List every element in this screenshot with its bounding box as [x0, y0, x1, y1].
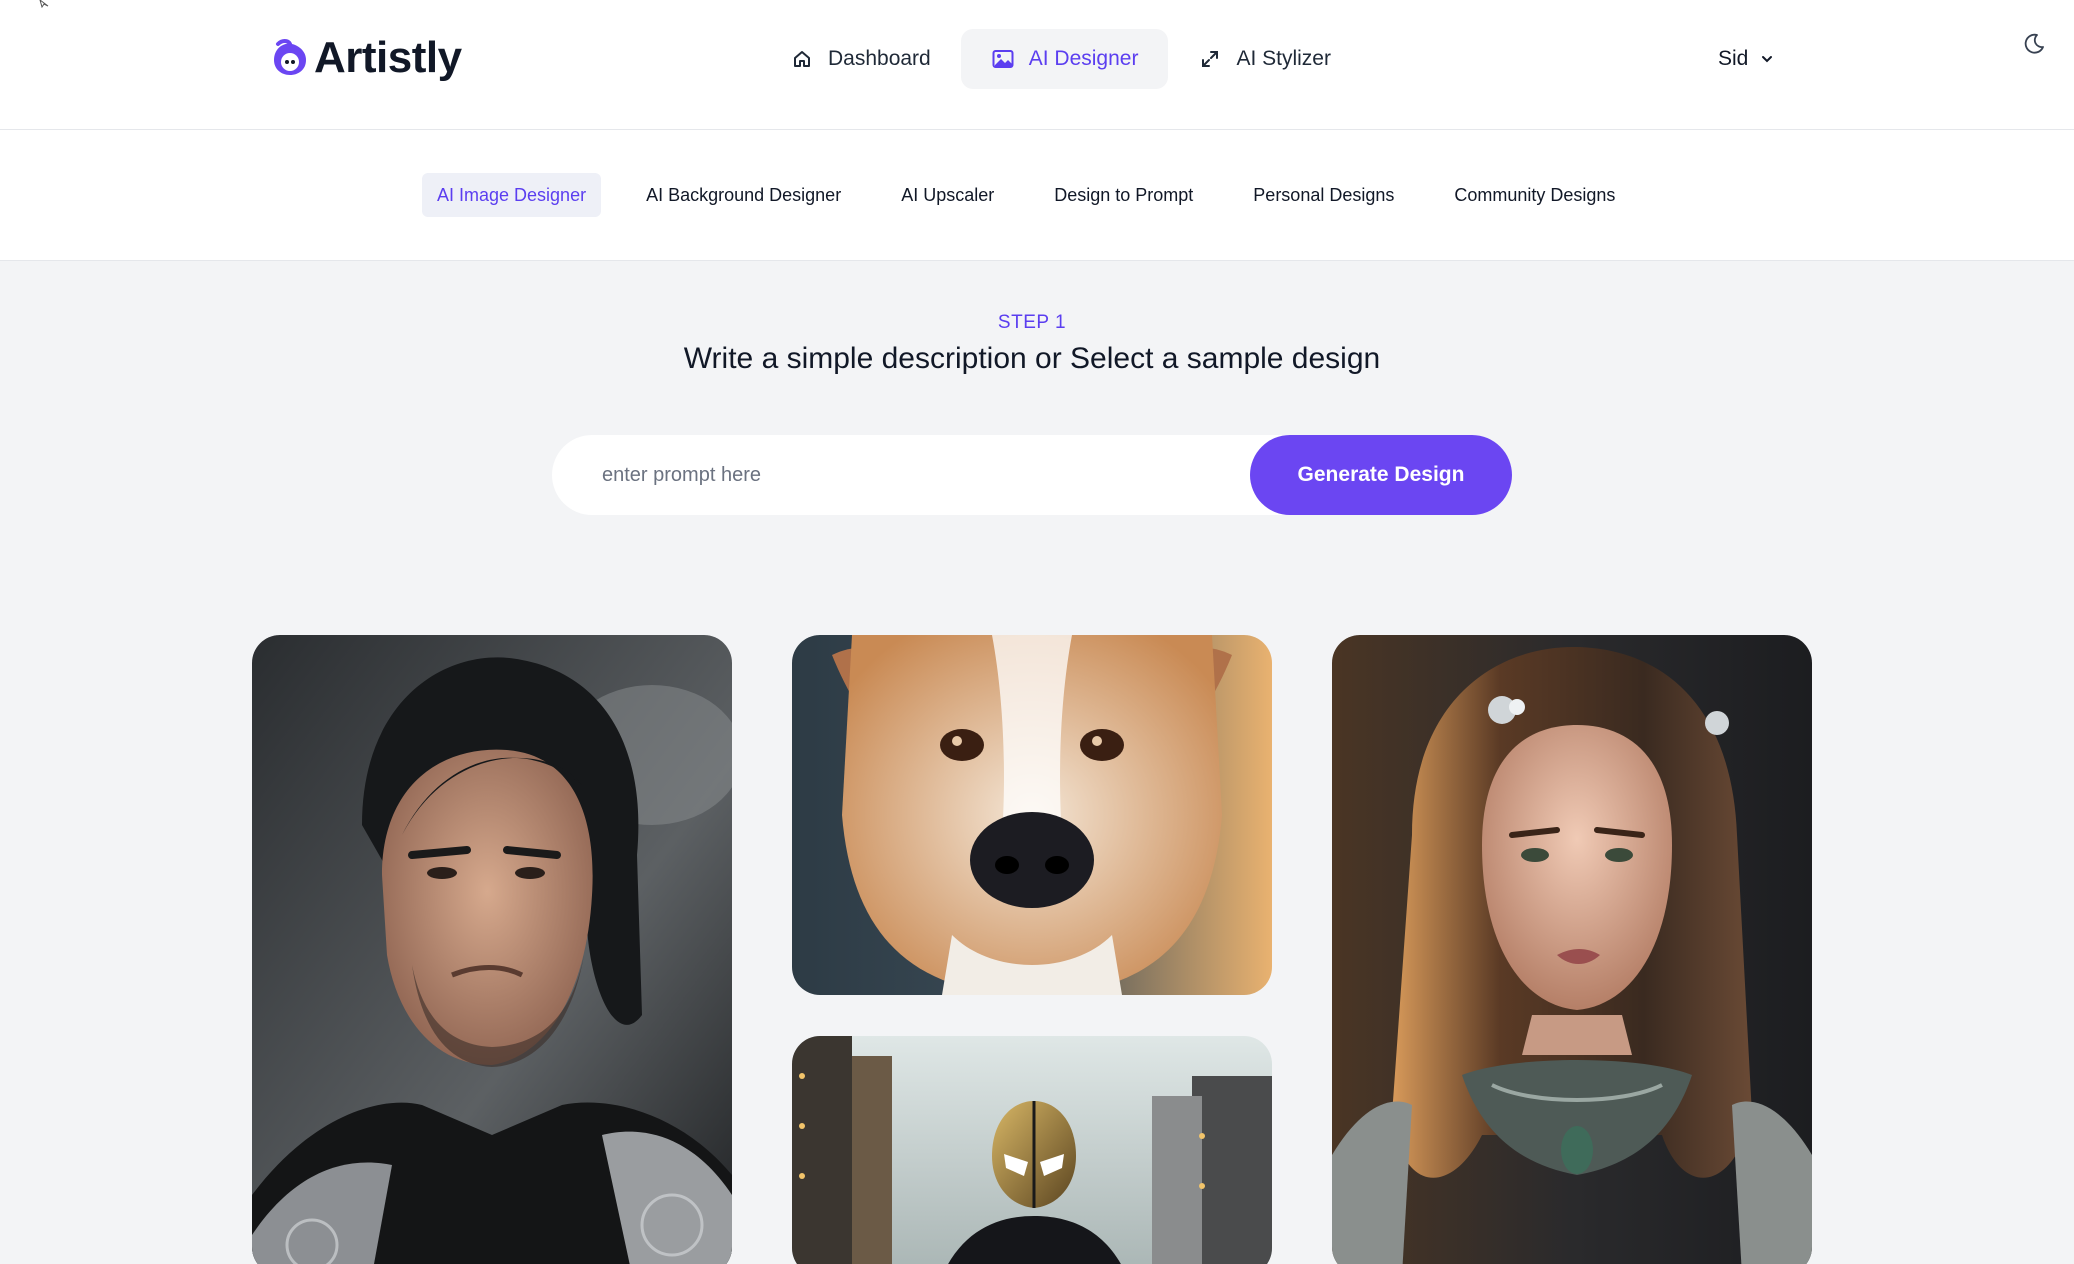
chevron-down-icon — [1762, 56, 1773, 63]
user-name: Sid — [1718, 47, 1749, 70]
man-portrait-image — [252, 635, 732, 1264]
tab-ai-background-designer[interactable]: AI Background Designer — [631, 173, 856, 217]
step-label: STEP 1 — [997, 312, 1067, 333]
page-title: Write a simple description or Select a s… — [683, 342, 1381, 375]
tab-personal-designs[interactable]: Personal Designs — [1238, 173, 1409, 217]
nav-dashboard-label: Dashboard — [828, 47, 931, 70]
sample-design-card[interactable] — [1332, 635, 1812, 1264]
expand-icon — [1198, 47, 1222, 71]
brand-name: Artistly — [314, 33, 462, 82]
nav-ai-designer[interactable]: AI Designer — [960, 29, 1169, 89]
dog-portrait-image — [792, 635, 1272, 995]
nav-dashboard[interactable]: Dashboard — [760, 29, 961, 89]
generate-design-button[interactable]: Generate Design — [1250, 435, 1512, 515]
nav-ai-stylizer[interactable]: AI Stylizer — [1168, 29, 1361, 89]
sample-design-card[interactable] — [792, 635, 1272, 995]
top-header: Artistly Dashboard AI Designer AI Styliz… — [0, 0, 2074, 130]
logo-mascot-icon — [274, 39, 306, 75]
home-icon — [790, 47, 814, 71]
tab-design-to-prompt[interactable]: Design to Prompt — [1039, 173, 1208, 217]
sub-nav: AI Image Designer AI Background Designer… — [422, 173, 1660, 217]
main-nav: Dashboard AI Designer AI Stylizer — [760, 29, 1361, 89]
brand-logo[interactable]: Artistly — [270, 32, 462, 84]
sample-design-card[interactable] — [252, 635, 732, 1264]
prompt-input[interactable] — [602, 435, 1262, 515]
image-icon — [991, 47, 1015, 71]
moon-icon[interactable] — [2022, 32, 2046, 56]
user-menu[interactable]: Sid — [1718, 44, 1774, 74]
nav-ai-designer-label: AI Designer — [1028, 47, 1139, 70]
masked-hero-image — [792, 1036, 1272, 1264]
mouse-cursor-icon — [39, 0, 49, 8]
sample-design-card[interactable] — [792, 1036, 1272, 1264]
tab-community-designs[interactable]: Community Designs — [1439, 173, 1630, 217]
woman-portrait-image — [1332, 635, 1812, 1264]
tab-ai-upscaler[interactable]: AI Upscaler — [886, 173, 1009, 217]
nav-ai-stylizer-label: AI Stylizer — [1236, 47, 1331, 70]
sub-nav-bar: AI Image Designer AI Background Designer… — [0, 130, 2074, 261]
tab-ai-image-designer[interactable]: AI Image Designer — [422, 173, 602, 217]
